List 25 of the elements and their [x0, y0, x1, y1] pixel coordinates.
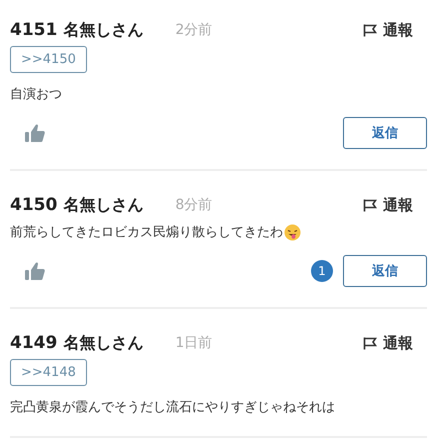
anchor-link[interactable]: >>4150 — [10, 46, 87, 73]
post-text: 自演おつ — [10, 86, 62, 103]
anchor-link[interactable]: >>4148 — [10, 359, 87, 386]
post-number: 4149 — [10, 333, 58, 353]
author-name: 名無しさん — [63, 20, 144, 40]
post-time: 1日前 — [175, 334, 212, 352]
author-name: 名無しさん — [63, 194, 144, 216]
report-link[interactable]: 通報 — [363, 20, 413, 40]
thumbs-up-icon — [24, 123, 46, 143]
report-link[interactable]: 通報 — [363, 334, 413, 352]
flag-icon — [363, 198, 377, 212]
reply-button[interactable]: 返信 — [343, 117, 427, 149]
report-link[interactable]: 通報 — [363, 196, 413, 214]
reply-count-badge: 1 — [311, 260, 333, 282]
post-text: 完凸黄泉が霞んでそうだし流石にやりすぎじゃねそれは — [10, 399, 335, 416]
post-time: 8分前 — [175, 196, 212, 214]
author-name: 名無しさん — [63, 332, 144, 354]
post-number: 4150 — [10, 195, 58, 215]
flag-icon — [363, 336, 377, 350]
thumbs-up-icon — [24, 261, 46, 281]
reply-button[interactable]: 返信 — [343, 255, 427, 287]
post-number: 4151 — [10, 20, 58, 40]
post-text: 前荒らしてきたロビカス民煽り散らしてきたわ — [10, 224, 283, 241]
flag-icon — [363, 24, 377, 36]
post-time: 2分前 — [175, 21, 212, 39]
